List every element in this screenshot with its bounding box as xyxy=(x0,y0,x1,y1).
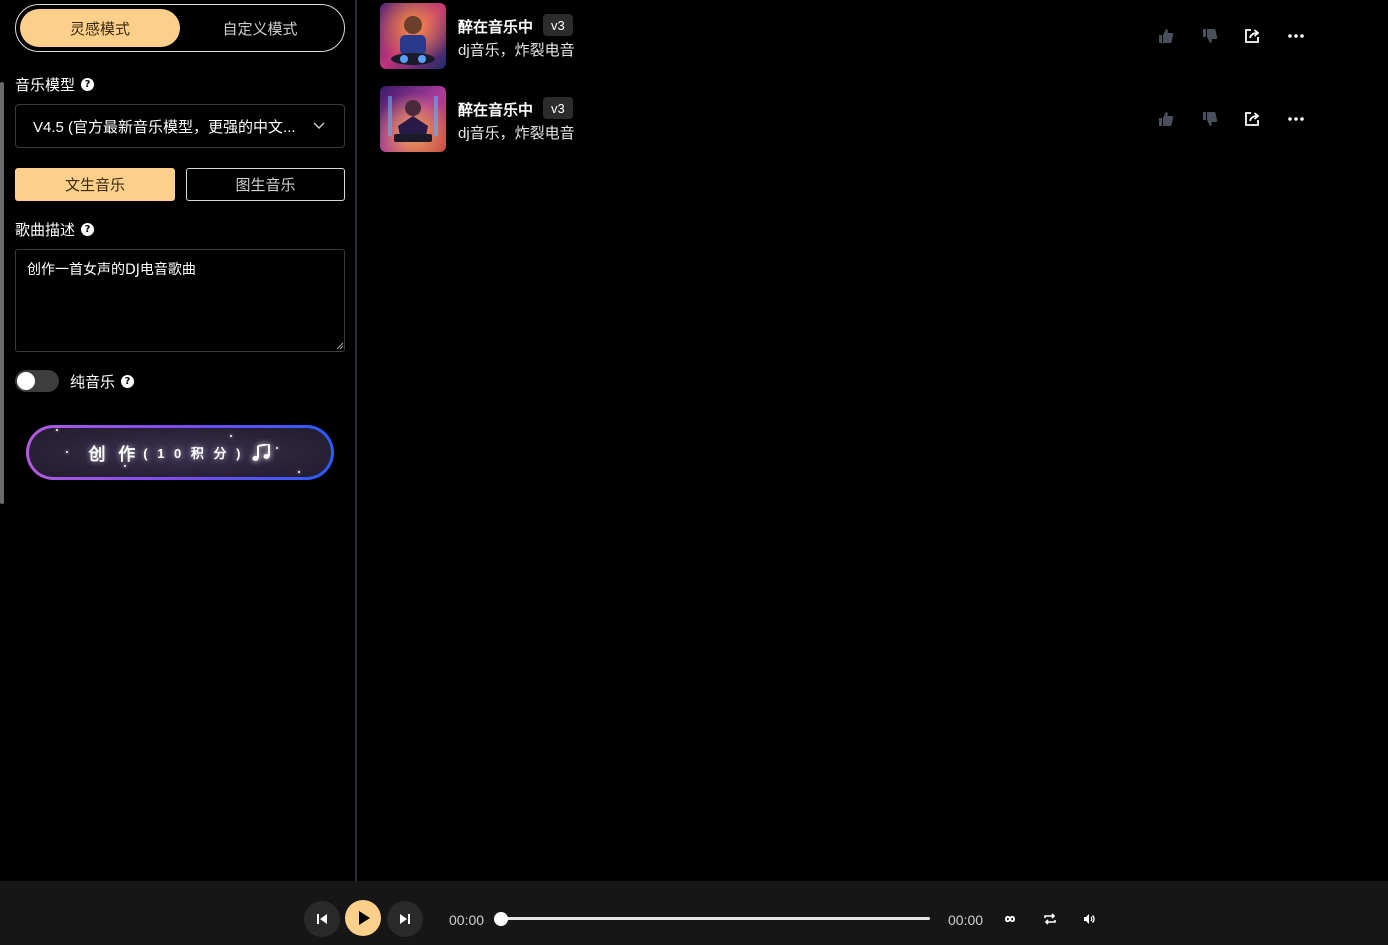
sparkle xyxy=(276,447,278,449)
share-icon[interactable] xyxy=(1241,25,1263,47)
song-cover-image[interactable] xyxy=(380,86,446,152)
mode-toggle: 灵感模式 自定义模式 xyxy=(15,4,345,52)
create-button-inner: 创 作 ( 1 0 积 分 ) xyxy=(29,428,331,477)
left-panel: 灵感模式 自定义模式 音乐模型 ? V4.5 (官方最新音乐模型，更强的中文..… xyxy=(0,0,357,881)
toggle-knob xyxy=(17,372,35,390)
image-to-music-tab[interactable]: 图生音乐 xyxy=(186,168,345,201)
thumbs-down-icon[interactable] xyxy=(1199,25,1221,47)
custom-mode-button[interactable]: 自定义模式 xyxy=(180,9,340,47)
song-title[interactable]: 醉在音乐中 xyxy=(458,16,533,37)
model-label-row: 音乐模型 ? xyxy=(15,74,95,95)
sparkle xyxy=(298,471,300,473)
previous-icon[interactable] xyxy=(304,901,340,937)
volume-icon[interactable] xyxy=(1080,910,1098,928)
inspiration-mode-button[interactable]: 灵感模式 xyxy=(20,9,180,47)
model-select[interactable]: V4.5 (官方最新音乐模型，更强的中文... xyxy=(15,104,345,148)
player-bar: 00:00 00:00 xyxy=(0,881,1388,945)
share-icon[interactable] xyxy=(1241,108,1263,130)
current-time: 00:00 xyxy=(449,912,485,928)
create-label: 创 作 xyxy=(88,445,140,464)
version-badge: v3 xyxy=(543,14,573,36)
description-label: 歌曲描述 xyxy=(15,222,76,239)
song-tags: dj音乐，炸裂电音 xyxy=(458,125,575,142)
create-cost: ( 1 0 积 分 ) xyxy=(143,446,244,461)
more-icon[interactable] xyxy=(1285,25,1307,47)
thumbs-down-icon[interactable] xyxy=(1199,108,1221,130)
description-input[interactable]: 创作一首女声的DJ电音歌曲 xyxy=(15,249,345,352)
song-item[interactable]: 醉在音乐中 v3 dj音乐，炸裂电音 xyxy=(380,86,1330,152)
song-title[interactable]: 醉在音乐中 xyxy=(458,99,533,120)
more-icon[interactable] xyxy=(1285,108,1307,130)
question-icon[interactable]: ? xyxy=(81,78,95,91)
resize-grip-icon[interactable] xyxy=(336,342,344,350)
text-to-music-tab[interactable]: 文生音乐 xyxy=(15,168,175,201)
sparkle xyxy=(124,465,126,467)
progress-handle[interactable] xyxy=(494,912,508,926)
sparkle xyxy=(230,435,232,437)
sparkle xyxy=(66,451,68,453)
song-item[interactable]: 醉在音乐中 v3 dj音乐，炸裂电音 xyxy=(380,3,1330,69)
progress-bar[interactable] xyxy=(500,917,930,920)
instrumental-toggle[interactable] xyxy=(15,370,59,392)
play-icon[interactable] xyxy=(345,900,381,936)
question-icon[interactable]: ? xyxy=(121,375,135,388)
song-tags: dj音乐，炸裂电音 xyxy=(458,42,575,59)
song-cover-image[interactable] xyxy=(380,3,446,69)
instrumental-label-row: 纯音乐 ? xyxy=(70,371,135,392)
thumbs-up-icon[interactable] xyxy=(1155,108,1177,130)
chevron-down-icon xyxy=(313,122,325,129)
infinity-icon[interactable] xyxy=(1001,910,1019,928)
question-icon[interactable]: ? xyxy=(81,223,95,236)
repeat-icon[interactable] xyxy=(1041,910,1059,928)
version-badge: v3 xyxy=(543,97,573,119)
next-icon[interactable] xyxy=(387,901,423,937)
model-selected-value: V4.5 (官方最新音乐模型，更强的中文... xyxy=(33,118,296,136)
model-label: 音乐模型 xyxy=(15,77,76,94)
create-button[interactable]: 创 作 ( 1 0 积 分 ) xyxy=(26,425,334,480)
instrumental-label: 纯音乐 xyxy=(70,374,116,391)
left-scrollbar[interactable] xyxy=(0,82,4,504)
duration-time: 00:00 xyxy=(948,912,984,928)
sparkle xyxy=(56,429,58,431)
description-label-row: 歌曲描述 ? xyxy=(15,219,95,240)
thumbs-up-icon[interactable] xyxy=(1155,25,1177,47)
music-note-icon xyxy=(252,443,271,461)
